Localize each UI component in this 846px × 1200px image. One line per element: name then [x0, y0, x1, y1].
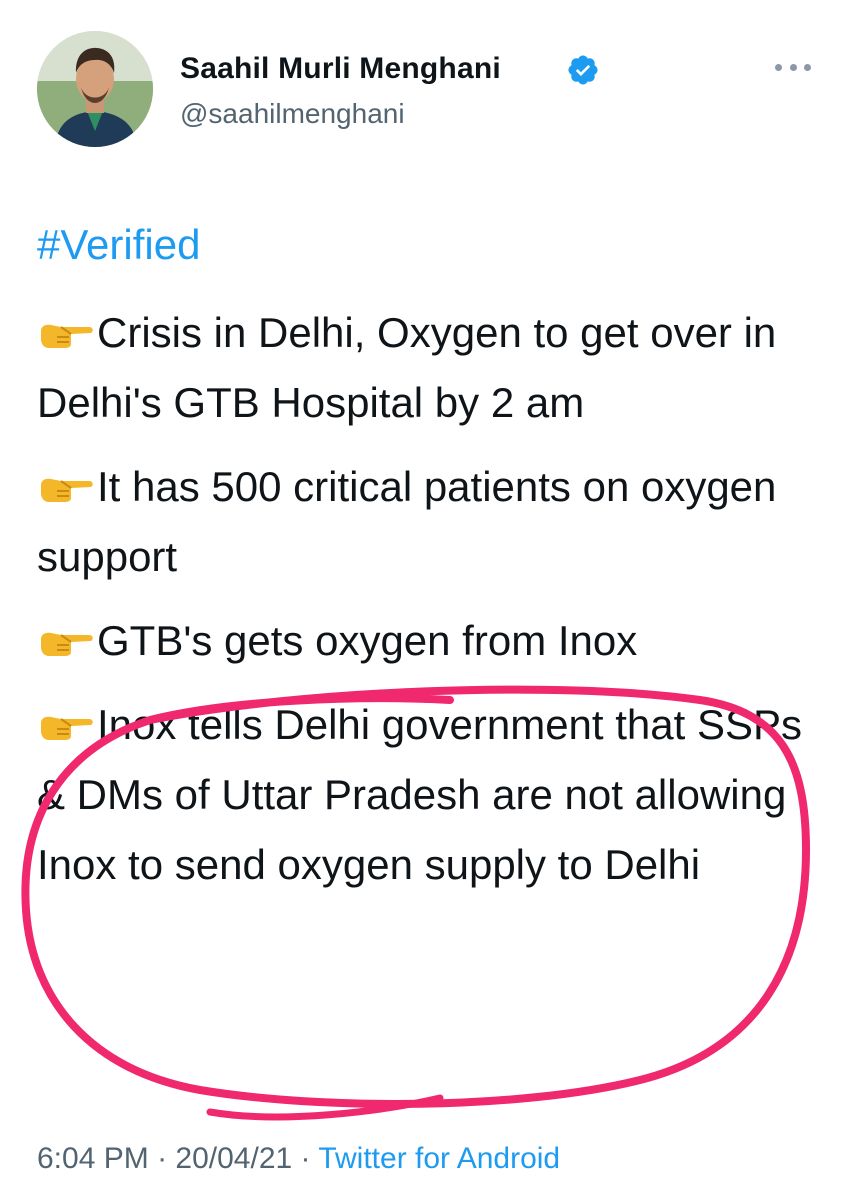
point-text: Inox tells Delhi government that SSPs & … — [37, 701, 803, 888]
meta-separator: · — [300, 1142, 311, 1175]
pointing-right-emoji-icon — [37, 471, 95, 503]
author-display-name[interactable]: Saahil Murli Menghani — [180, 52, 501, 86]
more-options-icon[interactable] — [775, 60, 811, 74]
point-text: It has 500 critical patients on oxygen s… — [37, 463, 777, 580]
tweet-time[interactable]: 6:04 PM — [37, 1142, 149, 1175]
hashtag-link[interactable]: #Verified — [37, 210, 817, 280]
tweet-date[interactable]: 20/04/21 — [175, 1142, 292, 1175]
avatar[interactable] — [37, 31, 153, 147]
pointing-right-emoji-icon — [37, 317, 95, 349]
tweet-source-link[interactable]: Twitter for Android — [318, 1142, 560, 1175]
avatar-image — [37, 31, 153, 147]
tweet-card: Saahil Murli Menghani @saahilmenghani #V… — [0, 0, 846, 1200]
tweet-metadata: 6:04 PM · 20/04/21 · Twitter for Android — [37, 1142, 560, 1176]
more-dot — [789, 63, 797, 71]
point-text: Crisis in Delhi, Oxygen to get over in D… — [37, 309, 777, 426]
tweet-point: Inox tells Delhi government that SSPs & … — [37, 690, 817, 900]
point-text: GTB's gets oxygen from Inox — [97, 617, 638, 664]
pointing-right-emoji-icon — [37, 625, 95, 657]
author-handle[interactable]: @saahilmenghani — [180, 98, 405, 130]
meta-separator: · — [157, 1142, 168, 1175]
tweet-point: GTB's gets oxygen from Inox — [37, 606, 817, 676]
more-dot — [804, 63, 811, 71]
tweet-point: It has 500 critical patients on oxygen s… — [37, 452, 817, 592]
more-dot — [775, 63, 782, 71]
tweet-text: #Verified Crisis in Delhi, Oxygen to get… — [37, 210, 817, 914]
pointing-right-emoji-icon — [37, 709, 95, 741]
tweet-point: Crisis in Delhi, Oxygen to get over in D… — [37, 298, 817, 438]
verified-badge-icon — [568, 55, 598, 85]
